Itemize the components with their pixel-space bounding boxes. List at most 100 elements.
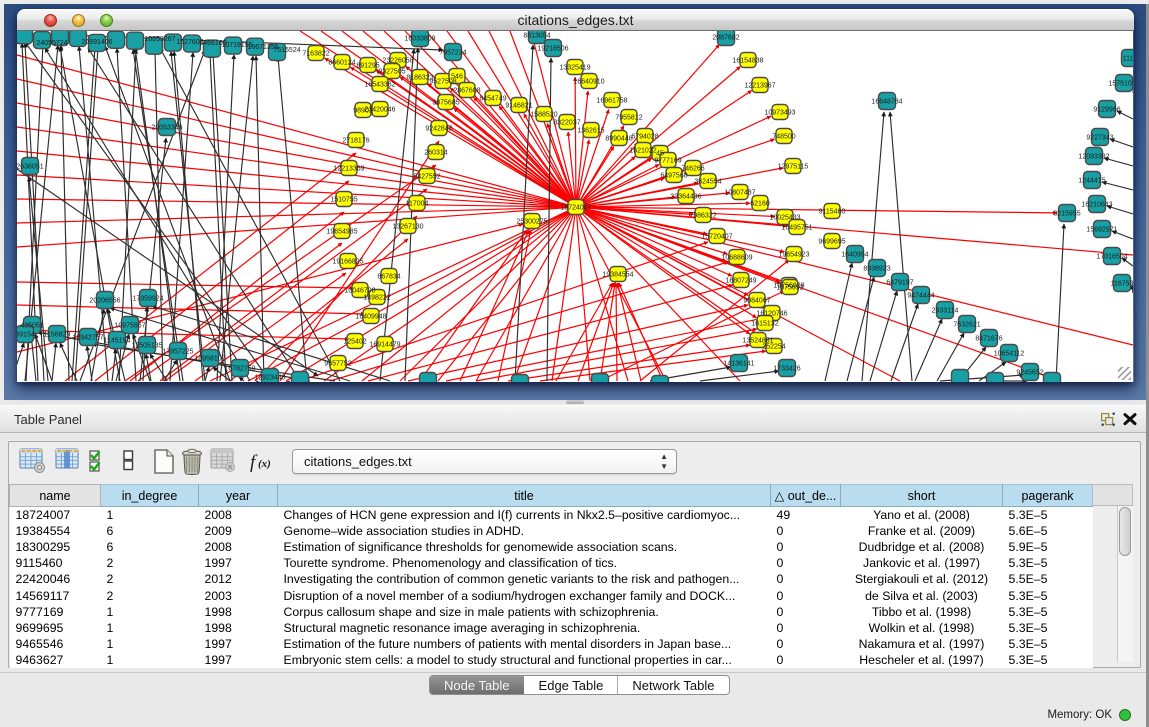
svg-text:16782759: 16782759 [224, 366, 255, 373]
svg-text:1362615: 1362615 [577, 128, 604, 135]
svg-text:9242848: 9242848 [425, 126, 452, 133]
svg-text:117004: 117004 [406, 201, 429, 208]
svg-text:1156829: 1156829 [44, 332, 71, 339]
svg-text:8938923: 8938923 [863, 266, 890, 273]
svg-text:1498222: 1498222 [363, 295, 390, 302]
svg-text:12093382: 12093382 [1078, 154, 1109, 161]
svg-text:252254: 252254 [762, 344, 785, 351]
svg-text:39154: 39154 [17, 332, 35, 339]
svg-text:748500: 748500 [772, 134, 795, 141]
svg-text:435051: 435051 [20, 323, 43, 330]
svg-text:1244415: 1244415 [1078, 178, 1105, 185]
svg-text:7632621: 7632621 [953, 322, 980, 329]
svg-text:15692971: 15692971 [1086, 227, 1117, 234]
svg-text:16495751: 16495751 [781, 225, 812, 232]
svg-text:7957224: 7957224 [439, 50, 466, 57]
svg-text:7515524: 7515524 [273, 47, 300, 54]
svg-text:125402: 125402 [343, 339, 366, 346]
svg-text:9777169: 9777169 [654, 158, 681, 165]
svg-text:17957225: 17957225 [162, 349, 193, 356]
svg-text:867834: 867834 [377, 274, 400, 281]
svg-text:23226058: 23226058 [382, 58, 413, 65]
svg-text:17359924: 17359924 [132, 296, 163, 303]
svg-text:1588520: 1588520 [530, 112, 557, 119]
svg-text:6479197: 6479197 [886, 280, 913, 287]
svg-text:16409948: 16409948 [355, 314, 386, 321]
svg-text:12213369: 12213369 [333, 166, 364, 173]
svg-text:12923448: 12923448 [254, 375, 285, 382]
svg-text:1615132: 1615132 [751, 321, 778, 328]
svg-text:10975867: 10975867 [114, 323, 145, 330]
svg-text:16914479: 16914479 [369, 342, 400, 349]
svg-text:546: 546 [451, 74, 463, 81]
svg-text:10973493: 10973493 [764, 110, 795, 117]
svg-text:7955812: 7955812 [615, 115, 642, 122]
svg-text:8322037: 8322037 [553, 120, 580, 127]
svg-text:9474444: 9474444 [907, 293, 934, 300]
svg-text:19166825: 19166825 [332, 259, 363, 266]
svg-text:8813054: 8813054 [523, 33, 550, 40]
svg-text:9327505: 9327505 [378, 69, 405, 76]
svg-text:3215955: 3215955 [1053, 211, 1080, 218]
svg-text:16543362: 16543362 [364, 82, 395, 89]
svg-text:12505135: 12505135 [131, 343, 162, 350]
svg-text:2636051: 2636051 [17, 164, 44, 171]
svg-text:7163822: 7163822 [302, 51, 329, 58]
svg-text:45: 45 [656, 151, 664, 158]
svg-text:10688609: 10688609 [721, 255, 752, 262]
svg-text:3875685: 3875685 [432, 100, 459, 107]
svg-text:1075692: 1075692 [776, 285, 803, 292]
svg-text:8471676: 8471676 [975, 336, 1002, 343]
svg-text:13325419: 13325419 [559, 65, 590, 72]
svg-text:116753: 116753 [1111, 281, 1133, 288]
svg-text:2718176: 2718176 [342, 138, 369, 145]
svg-text:12975115: 12975115 [778, 164, 809, 171]
svg-text:1621022: 1621022 [629, 148, 656, 155]
svg-text:19654985: 19654985 [326, 229, 357, 236]
svg-text:18807249: 18807249 [725, 278, 756, 285]
svg-text:15751074: 15751074 [1108, 81, 1133, 88]
svg-text:8427552: 8427552 [413, 174, 440, 181]
svg-text:9245652: 9245652 [1016, 370, 1043, 377]
svg-text:12942757: 12942757 [72, 335, 103, 342]
svg-text:16154838: 16154838 [732, 58, 763, 65]
svg-text:260314: 260314 [424, 150, 447, 157]
svg-text:62160: 62160 [750, 201, 770, 208]
svg-text:1145194: 1145194 [104, 338, 131, 345]
svg-text:10046708: 10046708 [344, 288, 375, 295]
svg-text:10958107: 10958107 [194, 356, 225, 363]
svg-text:16640910: 16640910 [573, 79, 604, 86]
svg-text:14136141: 14136141 [723, 361, 754, 368]
svg-text:9084067: 9084067 [743, 298, 770, 305]
svg-text:20206556: 20206556 [89, 298, 120, 305]
svg-text:16648784: 16648784 [871, 99, 902, 106]
svg-text:7986322: 7986322 [689, 213, 716, 220]
svg-text:23420046: 23420046 [364, 107, 395, 114]
svg-text:2087682: 2087682 [712, 35, 739, 42]
svg-text:2867608: 2867608 [453, 88, 480, 95]
svg-text:16033809: 16033809 [404, 36, 435, 43]
svg-text:9129966: 9129966 [1093, 107, 1120, 114]
svg-text:9657752: 9657752 [324, 361, 351, 368]
svg-text:18724007: 18724007 [560, 205, 591, 212]
svg-text:10025433: 10025433 [769, 215, 800, 222]
svg-text:(x): (x) [258, 458, 271, 470]
svg-text:9699695: 9699695 [818, 239, 845, 246]
svg-text:10807487: 10807487 [724, 190, 755, 197]
svg-text:1733426: 1733426 [773, 366, 800, 373]
svg-text:6497568: 6497568 [660, 173, 687, 180]
svg-text:16120746: 16120746 [756, 311, 787, 318]
svg-text:19218506: 19218506 [537, 46, 568, 53]
svg-text:19384554: 19384554 [602, 272, 633, 279]
svg-text:10654112: 10654112 [994, 351, 1025, 358]
svg-text:f: f [250, 452, 258, 473]
svg-text:20691406: 20691406 [81, 39, 112, 46]
svg-text:3624554: 3624554 [694, 179, 721, 186]
svg-text:13267130: 13267130 [392, 224, 423, 231]
svg-text:12213967: 12213967 [744, 83, 775, 90]
svg-text:10653267: 10653267 [144, 36, 175, 43]
svg-text:1112: 1112 [1123, 56, 1133, 63]
svg-text:16210643: 16210643 [1081, 202, 1112, 209]
svg-text:17016504: 17016504 [1096, 254, 1127, 261]
svg-text:1640954: 1640954 [841, 252, 868, 259]
